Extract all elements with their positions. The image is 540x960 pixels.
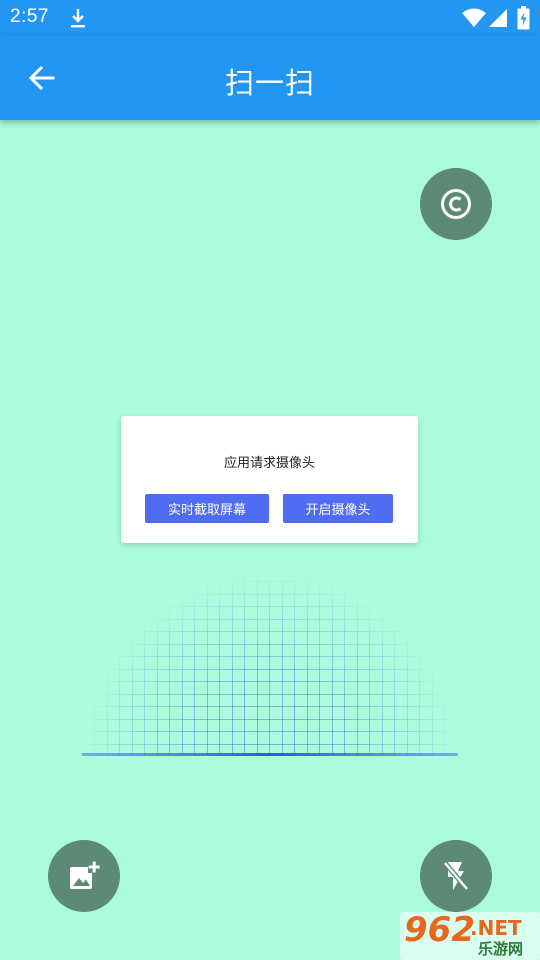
battery-icon [517,6,530,34]
watermark-logo: 962 .NET 乐游网 [400,910,540,960]
signal-icon [488,8,508,32]
status-time: 2:57 [10,6,49,27]
camera-permission-dialog: 应用请求摄像头 实时截取屏幕 开启摄像头 [121,416,418,543]
add-photo-icon [70,861,100,889]
capture-screen-button[interactable]: 实时截取屏幕 [145,494,269,523]
dialog-message: 应用请求摄像头 [223,456,315,471]
watermark-brand: 962 [404,910,475,950]
gallery-button[interactable] [48,840,120,912]
flash-off-icon [443,861,469,891]
open-camera-button[interactable]: 开启摄像头 [283,494,393,523]
scan-line [82,753,458,756]
status-bar: 2:57 [0,0,540,36]
watermark-suffix: .NET [470,916,522,940]
page-title: 扫一扫 [224,66,315,100]
scan-grid [82,566,458,760]
copyright-button[interactable] [420,168,492,240]
wifi-icon [462,8,486,32]
watermark-subtitle: 乐游网 [478,940,524,958]
download-icon [69,7,87,33]
flash-toggle-button[interactable] [420,840,492,912]
copyright-icon [441,189,471,219]
app-bar: 扫一扫 [0,36,540,120]
